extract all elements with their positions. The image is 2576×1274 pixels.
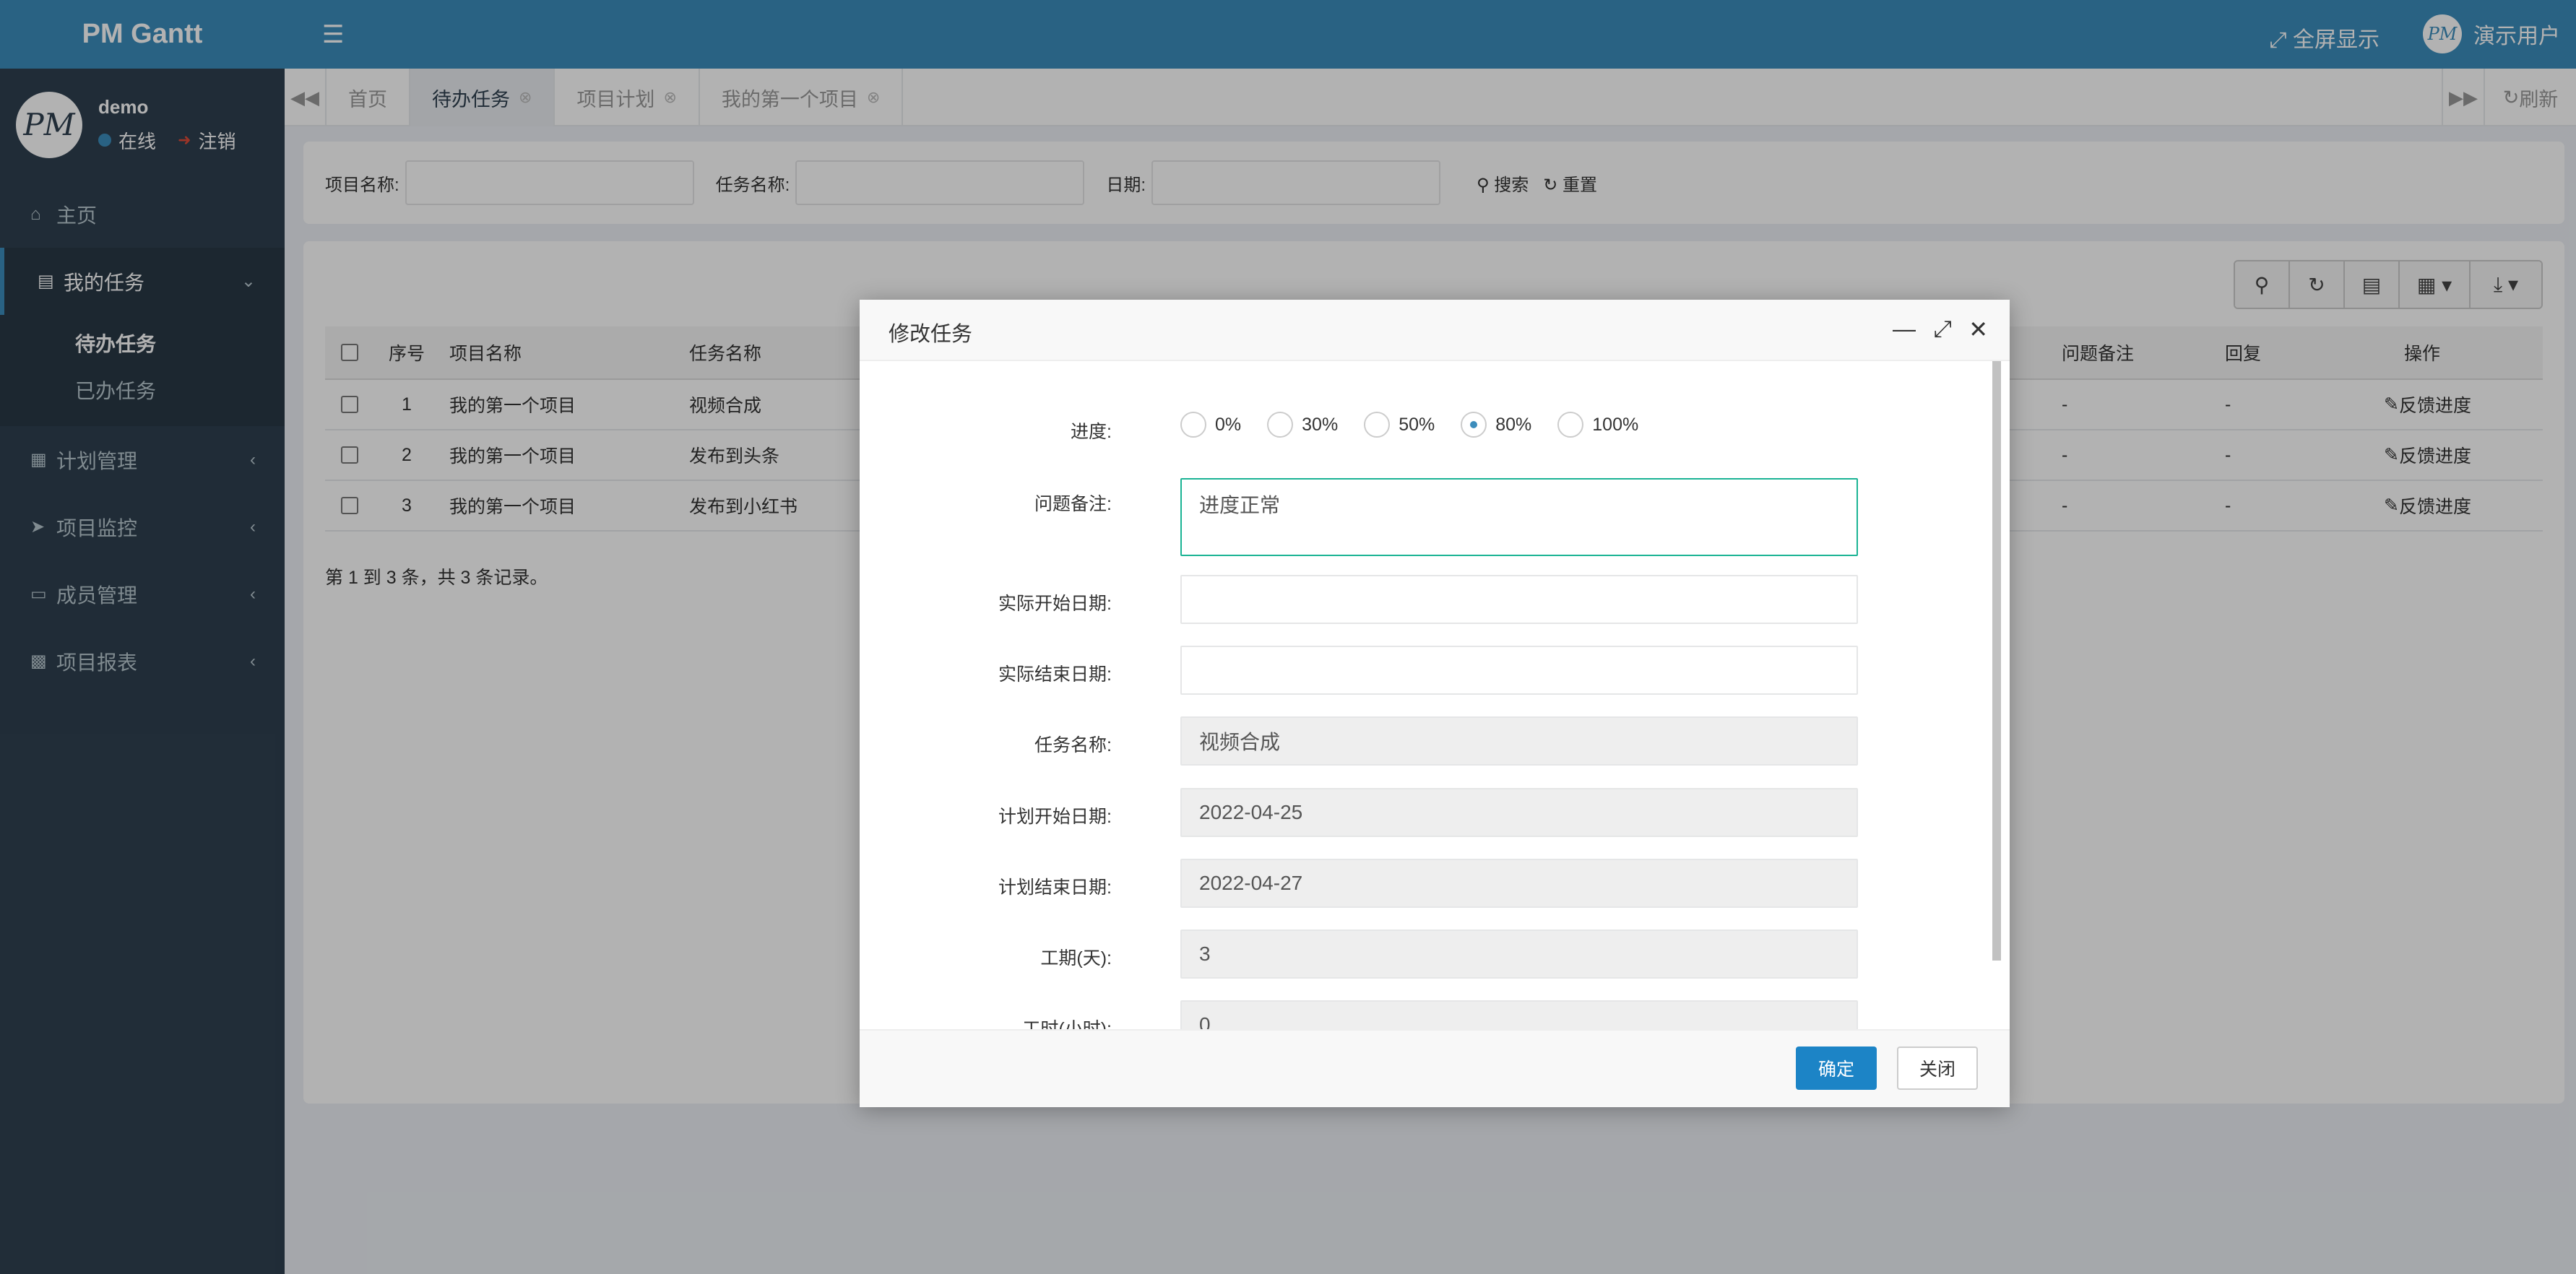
progress-option-100[interactable]: 100% xyxy=(1557,412,1638,438)
plan-start-label: 计划开始日期: xyxy=(998,807,1112,827)
confirm-button[interactable]: 确定 xyxy=(1796,1046,1877,1090)
radio-circle-selected xyxy=(1461,412,1487,438)
actual-start-label: 实际开始日期: xyxy=(998,594,1112,614)
duration-field: 3 xyxy=(1180,930,1858,979)
note-label: 问题备注: xyxy=(1034,494,1112,514)
plan-end-label: 计划结束日期: xyxy=(998,878,1112,898)
progress-option-30[interactable]: 30% xyxy=(1267,412,1338,438)
maximize-icon[interactable]: ⤢ xyxy=(1933,316,1952,343)
dialog-body: 进度: 0% 30% 50% 80% 100% 问题备注: 进度正常 实际开始日… xyxy=(860,361,2010,1029)
hours-label: 工时(小时): xyxy=(1022,1019,1112,1029)
close-button[interactable]: 关闭 xyxy=(1897,1046,1978,1090)
actual-end-label: 实际结束日期: xyxy=(998,664,1112,685)
actual-start-input[interactable] xyxy=(1180,575,1858,624)
radio-circle xyxy=(1180,412,1206,438)
minimize-icon[interactable]: — xyxy=(1893,316,1916,342)
progress-option-50[interactable]: 50% xyxy=(1364,412,1435,438)
progress-option-80[interactable]: 80% xyxy=(1461,412,1531,438)
plan-end-field: 2022-04-27 xyxy=(1180,859,1858,908)
radio-circle xyxy=(1557,412,1584,438)
dialog-scrollbar[interactable] xyxy=(1992,361,2001,961)
edit-task-dialog: 修改任务 — ⤢ ✕ 进度: 0% 30% 50% 80% 100% 问题备注:… xyxy=(860,300,2010,1107)
duration-label: 工期(天): xyxy=(1040,948,1112,968)
radio-circle xyxy=(1267,412,1294,438)
dialog-title: 修改任务 xyxy=(889,323,973,346)
close-icon[interactable]: ✕ xyxy=(1968,316,1988,343)
task-name-label: 任务名称: xyxy=(1034,735,1112,755)
dialog-header: 修改任务 — ⤢ ✕ xyxy=(860,300,2010,361)
actual-end-input[interactable] xyxy=(1180,646,1858,695)
plan-start-field: 2022-04-25 xyxy=(1180,788,1858,837)
progress-option-0[interactable]: 0% xyxy=(1180,412,1241,438)
dialog-footer: 确定 关闭 xyxy=(860,1029,2010,1107)
progress-label: 进度: xyxy=(1071,422,1112,442)
radio-circle xyxy=(1364,412,1391,438)
note-textarea[interactable]: 进度正常 xyxy=(1180,478,1858,556)
progress-radio-group: 0% 30% 50% 80% 100% xyxy=(1180,412,1638,438)
hours-field: 0 xyxy=(1180,1000,1858,1029)
task-name-field: 视频合成 xyxy=(1180,716,1858,766)
